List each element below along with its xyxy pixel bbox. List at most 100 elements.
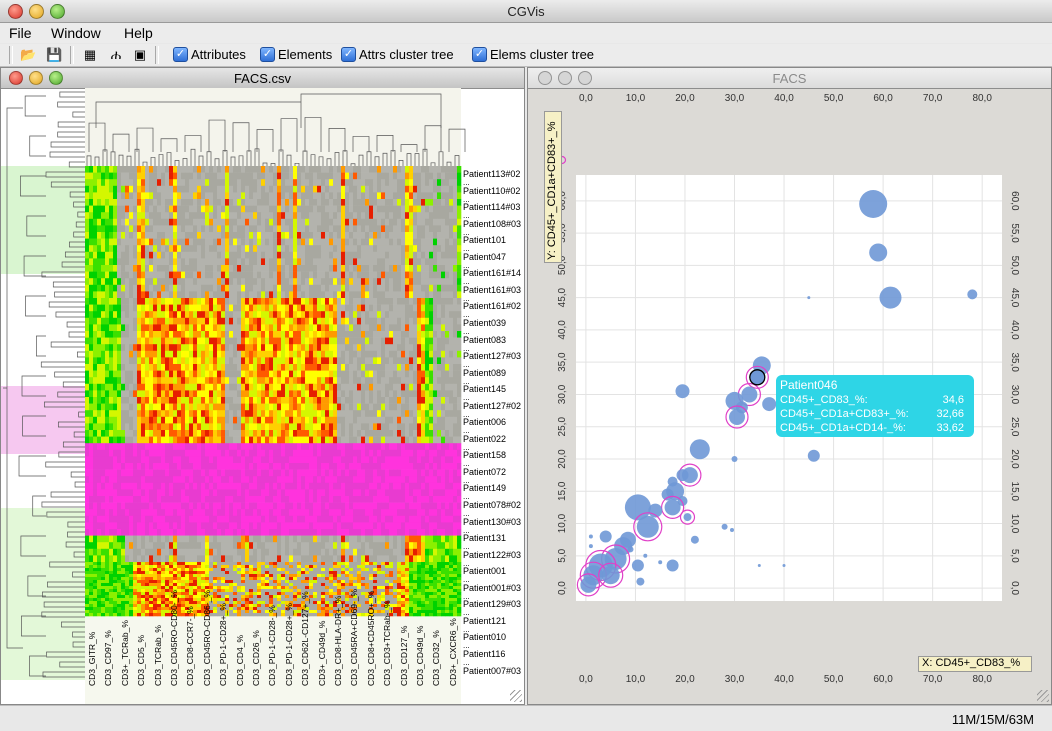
column-label[interactable]: CD3_PD-1-CD28+_% — [218, 603, 228, 686]
scatter-point[interactable] — [643, 554, 647, 558]
scatter-point[interactable] — [602, 566, 620, 584]
scatter-point[interactable] — [589, 544, 593, 548]
scatter-point[interactable] — [808, 450, 820, 462]
elements-checkbox[interactable]: ✓Elements — [260, 47, 332, 62]
scatter-point[interactable] — [676, 384, 690, 398]
scatter-point[interactable] — [636, 578, 644, 586]
scatter-point[interactable] — [762, 397, 776, 411]
patient-label[interactable]: Patient127#02 — [463, 401, 521, 411]
scatter-point[interactable] — [637, 516, 659, 538]
patient-label[interactable]: Patient129#03 — [463, 599, 521, 609]
app-title: CGVis — [0, 4, 1052, 19]
scatter-point[interactable] — [580, 577, 596, 593]
scatter-point[interactable] — [691, 536, 699, 544]
column-label[interactable]: CD3_CD127_% — [399, 626, 409, 686]
scatter-point[interactable] — [589, 535, 593, 539]
tooltip-title: Patient046 — [780, 378, 837, 392]
attrs-cluster-tree-checkbox[interactable]: ✓Attrs cluster tree — [341, 47, 454, 62]
attributes-checkbox[interactable]: ✓Attributes — [173, 47, 246, 62]
heatmap-window-title-bar[interactable]: FACS.csv — [1, 68, 524, 89]
column-label[interactable]: CD3+_CD49d_% — [317, 621, 327, 686]
column-label[interactable]: CD3_CD45RA+CD69-_% — [349, 589, 359, 686]
patient-label[interactable]: Patient127#03 — [463, 351, 521, 361]
scatter-point[interactable] — [690, 439, 710, 459]
resize-grip-icon[interactable] — [510, 690, 522, 702]
grid-icon[interactable]: ▦ — [82, 47, 98, 63]
menu-window[interactable]: Window — [51, 25, 101, 41]
scatter-point[interactable] — [662, 489, 674, 501]
scatter-point[interactable] — [741, 387, 757, 403]
column-label[interactable]: CD3_TCRab_% — [153, 625, 163, 686]
column-label[interactable]: CD3_CD8-CCR7-_% — [185, 606, 195, 686]
column-label[interactable]: CD3_CD26_% — [251, 630, 261, 686]
patient-label[interactable]: Patient122#03 — [463, 550, 521, 560]
scatter-point[interactable] — [665, 499, 681, 515]
scatter-point[interactable] — [758, 564, 761, 567]
scatter-point[interactable] — [628, 546, 634, 552]
y-tick-label-right: 40,0 — [1009, 320, 1020, 340]
patient-label[interactable]: Patient161#03 — [463, 285, 521, 295]
column-label[interactable]: CD3_GITR_% — [87, 632, 97, 686]
menu-bar: File Window Help — [0, 23, 1052, 43]
patient-label[interactable]: Patient007#03 — [463, 666, 521, 676]
column-label[interactable]: CD3+_CXCR6_% — [448, 618, 458, 686]
scatter-point[interactable] — [869, 244, 887, 262]
patient-label[interactable]: Patient108#03 — [463, 219, 521, 229]
y-tick-label-right: 25,0 — [1009, 417, 1020, 437]
scatter-point[interactable] — [967, 289, 977, 299]
column-label[interactable]: CD3_CD32_% — [431, 630, 441, 686]
column-label[interactable]: CD3_CD3+TCRab-_% — [382, 600, 392, 686]
patient-label[interactable]: Patient130#03 — [463, 517, 521, 527]
patient-label[interactable]: Patient113#02 — [463, 169, 520, 179]
y-axis-title[interactable]: Y: CD45+_CD1a+CD83+_% — [544, 111, 562, 263]
scatter-point[interactable] — [658, 560, 662, 564]
scatter-point[interactable] — [729, 409, 745, 425]
scatter-window-title-bar[interactable]: FACS — [528, 68, 1051, 89]
column-label[interactable]: CD3_CD97_% — [103, 630, 113, 686]
column-label[interactable]: CD3_CD8-HLA-DR+_% — [333, 596, 343, 686]
column-label[interactable]: CD3_CD49d_% — [415, 626, 425, 686]
scatter-point[interactable] — [730, 528, 734, 532]
patient-label[interactable]: Patient001#03 — [463, 583, 521, 593]
column-label[interactable]: CD3+_TCRab_% — [120, 620, 130, 686]
patient-label[interactable]: Patient161#02 — [463, 301, 521, 311]
scatter-point[interactable] — [732, 456, 738, 462]
patient-label[interactable]: Patient161#14 — [463, 268, 521, 278]
resize-grip-icon[interactable] — [1037, 690, 1049, 702]
scatter-point[interactable] — [783, 564, 786, 567]
tree-icon[interactable]: ሐ — [108, 47, 124, 63]
column-label[interactable]: CD3_CD45RO-CD86-_% — [202, 590, 212, 686]
column-label[interactable]: CD3_CD4_% — [235, 635, 245, 686]
tooltip-row-value: 32,66 — [936, 408, 964, 420]
heatmap-canvas[interactable] — [1, 88, 524, 704]
scatter-point[interactable] — [684, 513, 692, 521]
menu-help[interactable]: Help — [124, 25, 153, 41]
scatter-point[interactable] — [722, 524, 728, 530]
column-label[interactable]: CD3_CD5_% — [136, 635, 146, 686]
scatter-point[interactable] — [632, 560, 644, 572]
column-label[interactable]: CD3_PD-1-CD28-_% — [267, 605, 277, 686]
scatter-point[interactable] — [600, 531, 612, 543]
palette-icon[interactable]: ▣ — [132, 47, 148, 63]
scatter-point[interactable] — [667, 560, 679, 572]
scatter-point[interactable] — [859, 190, 887, 218]
patient-label[interactable]: Patient114#03 — [463, 202, 520, 212]
scatter-point[interactable] — [677, 469, 689, 481]
patient-label[interactable]: Patient078#02 — [463, 500, 521, 510]
scatter-point[interactable] — [880, 287, 902, 309]
open-icon[interactable]: 📂 — [20, 47, 36, 63]
column-label[interactable]: CD3_PD-1-CD28+_% — [284, 603, 294, 686]
x-tick-label-bottom: 0,0 — [579, 674, 593, 685]
save-icon[interactable]: 💾 — [46, 47, 62, 63]
selected-point[interactable] — [750, 370, 765, 385]
column-label[interactable]: CD3_CD62L-CD127+_% — [300, 591, 310, 686]
column-label[interactable]: CD3_CD8+CD45RO+_% — [366, 591, 376, 686]
x-tick-label-top: 20,0 — [675, 93, 695, 104]
patient-label[interactable]: Patient110#02 — [463, 186, 520, 196]
column-label[interactable]: CD3_CD45RO-CD80-_% — [169, 590, 179, 686]
menu-file[interactable]: File — [9, 25, 32, 41]
x-axis-title[interactable]: X: CD45+_CD83_% — [918, 656, 1032, 672]
attrs-cluster-tree-checkbox-label: Attrs cluster tree — [359, 47, 454, 62]
scatter-point[interactable] — [807, 296, 810, 299]
elems-cluster-tree-checkbox[interactable]: ✓Elems cluster tree — [472, 47, 594, 62]
